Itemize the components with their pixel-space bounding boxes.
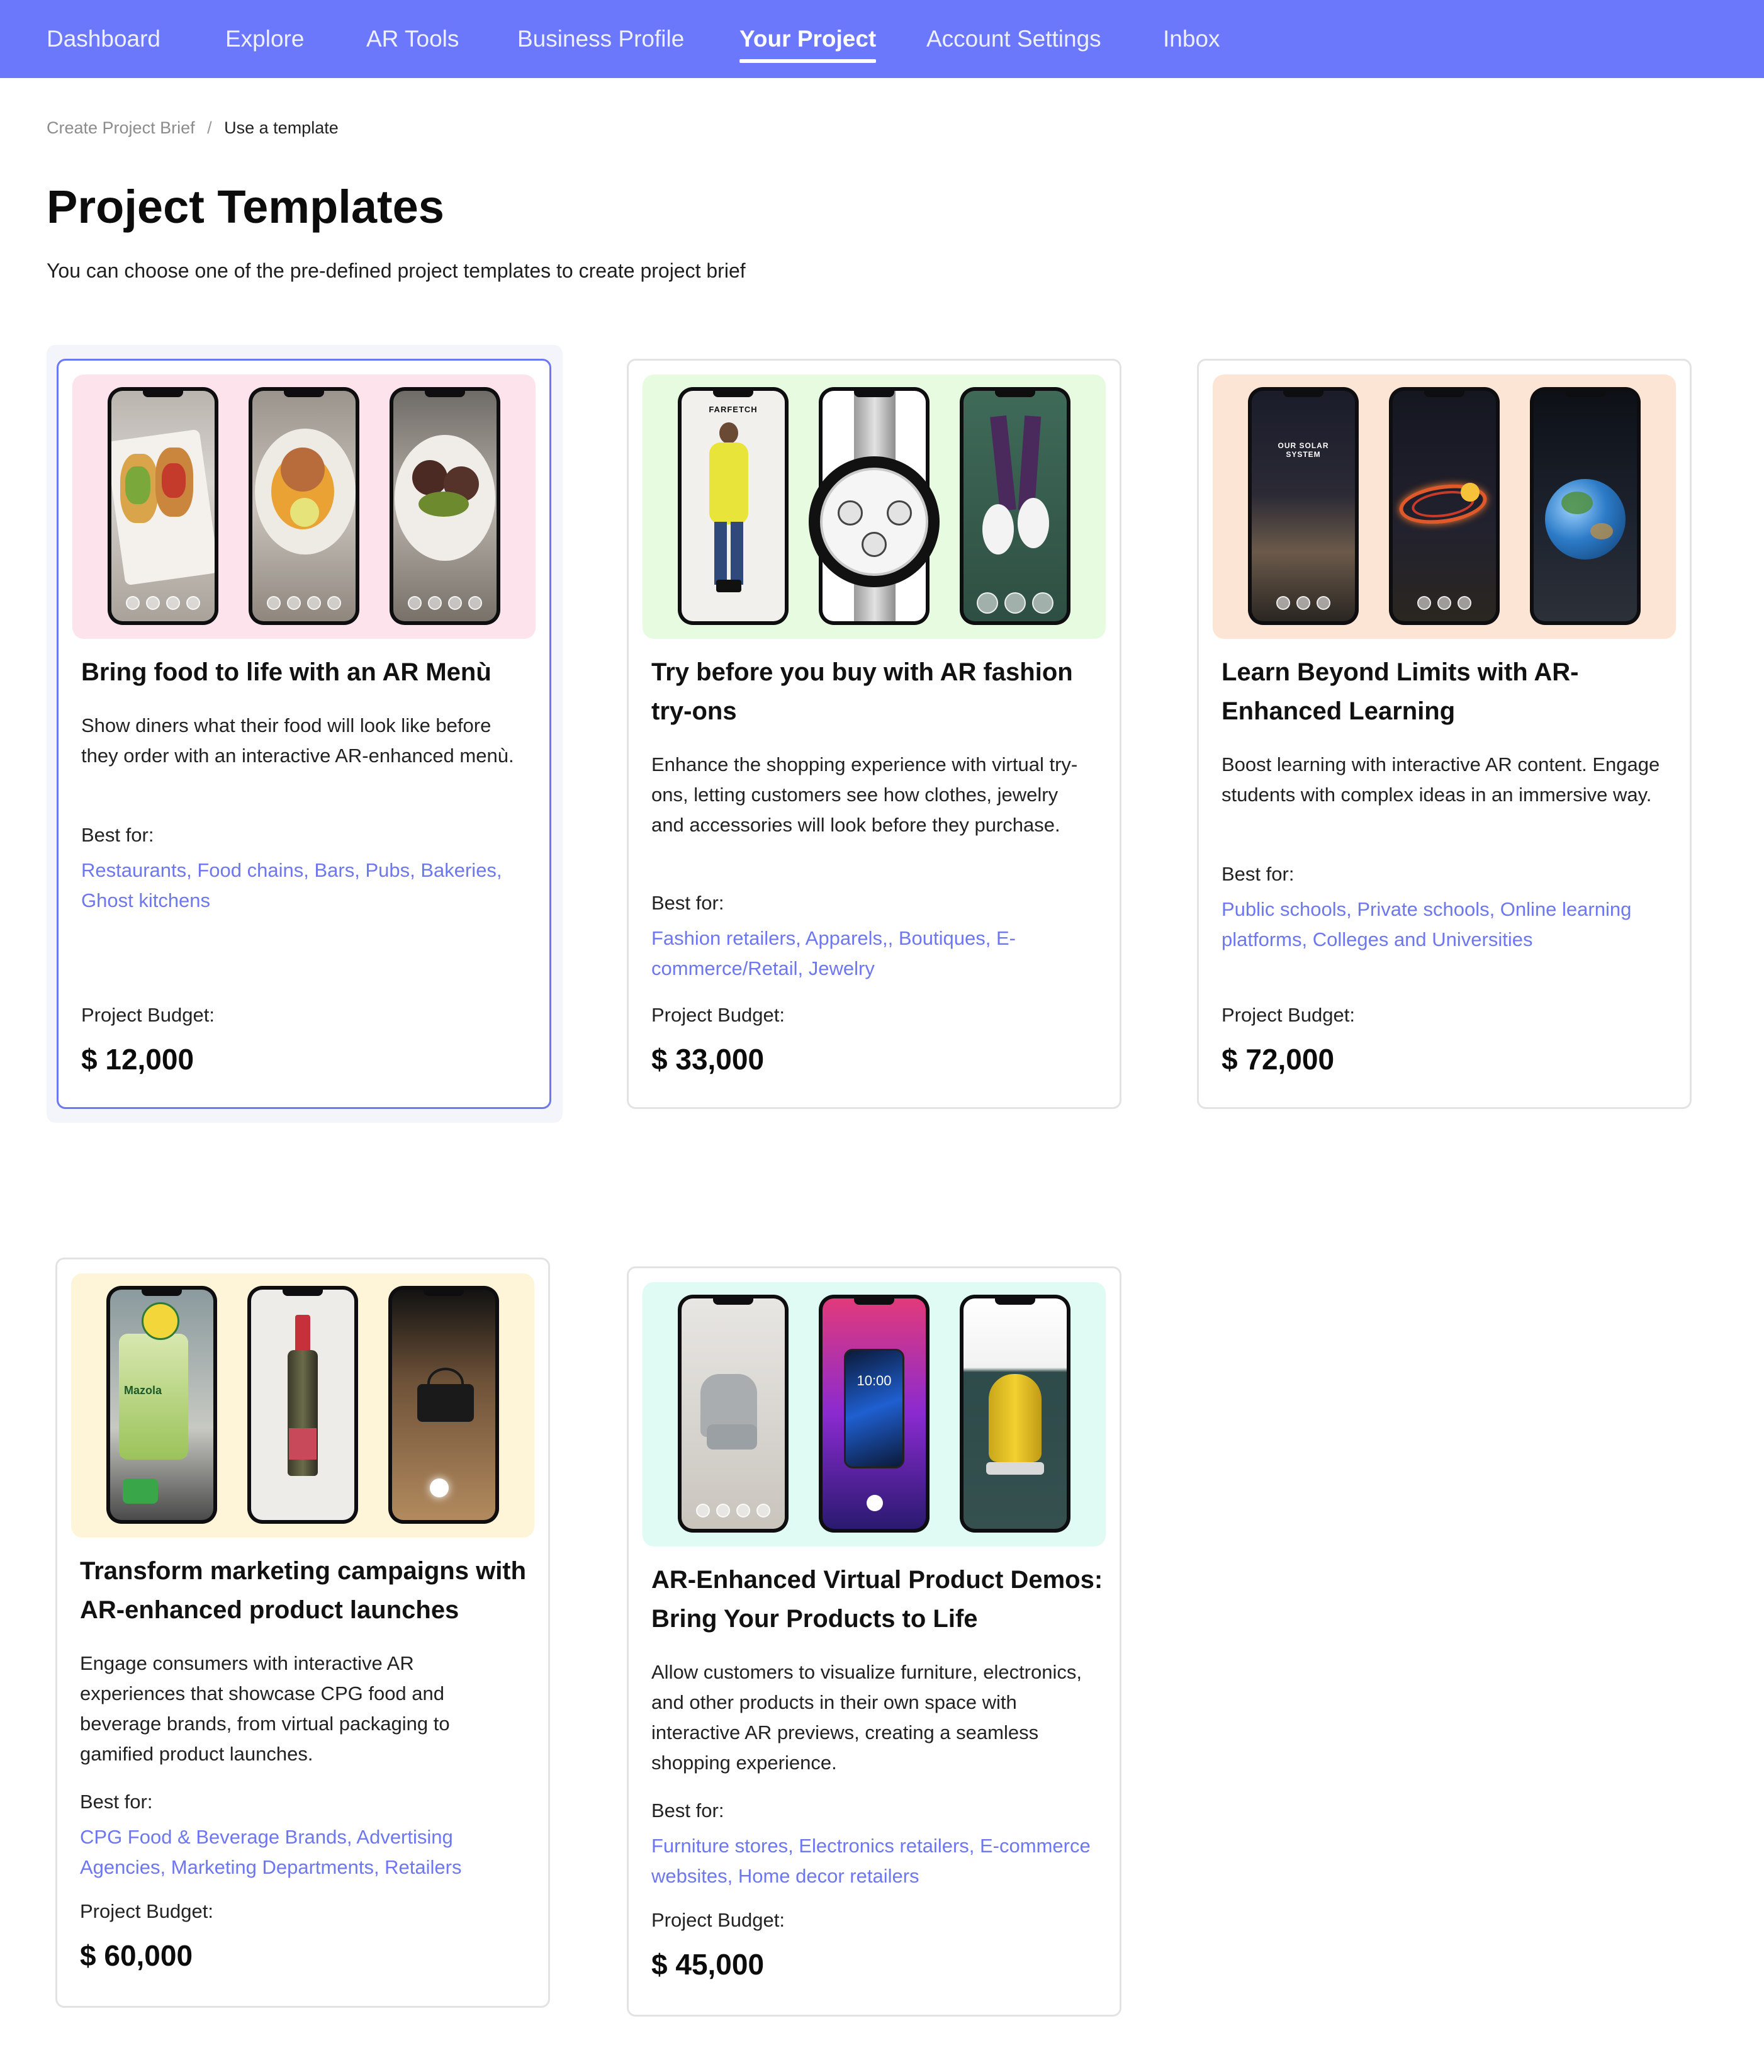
budget-label: Project Budget:: [651, 1004, 785, 1026]
budget-label: Project Budget:: [80, 1900, 213, 1922]
phone-mockup-planet-orbit: [1389, 387, 1500, 625]
phone-mockup-armchair: [678, 1295, 789, 1533]
budget-value: $ 33,000: [651, 1043, 765, 1076]
top-nav: Dashboard Explore AR Tools Business Prof…: [0, 0, 1764, 78]
card-title: Try before you buy with AR fashion try-o…: [651, 658, 1073, 725]
phone-mockup-handbag: [388, 1286, 499, 1524]
page-title: Project Templates: [47, 181, 444, 233]
phone-mockup-earth: [1530, 387, 1641, 625]
best-for-values: CPG Food & Beverage Brands, Advertising …: [80, 1826, 462, 1878]
nav-your-project[interactable]: Your Project: [739, 23, 877, 63]
budget-label: Project Budget:: [1222, 1004, 1355, 1026]
nav-dashboard[interactable]: Dashboard: [47, 23, 160, 55]
breadcrumb-current: Use a template: [224, 118, 339, 137]
phone-mockup-solar-system: OUR SOLAR SYSTEM: [1248, 387, 1359, 625]
ar-menu-preview-image: [72, 374, 536, 639]
ar-marketing-preview-image: Mazola: [71, 1273, 534, 1538]
page-subtitle: You can choose one of the pre-defined pr…: [47, 259, 746, 282]
best-for-values: Restaurants, Food chains, Bars, Pubs, Ba…: [81, 859, 502, 911]
breadcrumb-separator: /: [207, 118, 212, 137]
budget-value: $ 45,000: [651, 1948, 765, 1981]
budget-label: Project Budget:: [651, 1909, 785, 1931]
card-description: Allow customers to visualize furniture, …: [651, 1661, 1082, 1774]
phone-mockup-wine-bottle: [247, 1286, 358, 1524]
best-for-label: Best for:: [651, 1799, 724, 1821]
ar-learning-preview-image: OUR SOLAR SYSTEM: [1213, 374, 1676, 639]
budget-value: $ 60,000: [80, 1939, 193, 1972]
card-description: Enhance the shopping experience with vir…: [651, 753, 1078, 836]
card-title: Transform marketing campaigns with AR-en…: [80, 1557, 527, 1624]
budget-label: Project Budget:: [81, 1004, 215, 1026]
best-for-label: Best for:: [81, 824, 154, 846]
template-card-ar-menu[interactable]: Bring food to life with an AR Menù Show …: [57, 359, 551, 1109]
ar-fashion-preview-image: FARFETCH: [643, 374, 1106, 639]
card-title: Bring food to life with an AR Menù: [81, 658, 492, 686]
nav-your-project-label: Your Project: [739, 26, 877, 52]
budget-value: $ 12,000: [81, 1043, 194, 1076]
breadcrumb-create-project-brief[interactable]: Create Project Brief: [47, 118, 195, 137]
nav-ar-tools[interactable]: AR Tools: [366, 23, 459, 55]
best-for-label: Best for:: [80, 1791, 153, 1813]
card-description: Engage consumers with interactive AR exp…: [80, 1652, 450, 1765]
mazola-brand-text: Mazola: [124, 1384, 162, 1397]
ar-product-demos-preview-image: 10:00: [643, 1282, 1106, 1546]
best-for-values: Furniture stores, Electronics retailers,…: [651, 1835, 1091, 1887]
phone-mockup-salmon: [249, 387, 359, 625]
card-description: Show diners what their food will look li…: [81, 714, 514, 767]
solar-system-screen-text: OUR SOLAR SYSTEM: [1278, 441, 1329, 459]
template-card-ar-learning[interactable]: OUR SOLAR SYSTEM Learn Beyond Limits wit…: [1197, 359, 1692, 1109]
nav-account-settings[interactable]: Account Settings: [926, 23, 1101, 55]
phone-mockup-sneakers: [960, 387, 1070, 625]
card-description: Boost learning with interactive AR conte…: [1222, 753, 1660, 806]
template-card-ar-marketing[interactable]: Mazola Transform marketing campaigns wit…: [55, 1258, 550, 2008]
best-for-values: Public schools, Private schools, Online …: [1222, 898, 1632, 950]
template-card-ar-product-demos[interactable]: 10:00 AR-Enhanced Virtual Product Demos:…: [627, 1266, 1121, 2017]
farfetch-brand-text: FARFETCH: [709, 405, 758, 414]
best-for-label: Best for:: [651, 892, 724, 914]
template-card-ar-fashion[interactable]: FARFETCH Try before you buy with AR fash…: [627, 359, 1121, 1109]
best-for-values: Fashion retailers, Apparels,, Boutiques,…: [651, 927, 1016, 979]
active-tab-indicator: [739, 59, 877, 63]
demo-phone-time-text: 10:00: [857, 1373, 892, 1388]
nav-explore[interactable]: Explore: [225, 23, 304, 55]
phone-mockup-mazola: Mazola: [106, 1286, 217, 1524]
phone-mockup-tacos: [108, 387, 218, 625]
budget-value: $ 72,000: [1222, 1043, 1335, 1076]
phone-mockup-kettle: [960, 1295, 1070, 1533]
phone-mockup-farfetch: FARFETCH: [678, 387, 789, 625]
card-title: AR-Enhanced Virtual Product Demos: Bring…: [651, 1566, 1103, 1633]
best-for-label: Best for:: [1222, 863, 1295, 885]
phone-mockup-steak: [390, 387, 500, 625]
breadcrumb: Create Project Brief / Use a template: [47, 117, 339, 138]
phone-mockup-smartphone: 10:00: [819, 1295, 930, 1533]
card-title: Learn Beyond Limits with AR-Enhanced Lea…: [1222, 658, 1579, 725]
nav-inbox[interactable]: Inbox: [1163, 23, 1220, 55]
nav-business-profile[interactable]: Business Profile: [517, 23, 684, 55]
